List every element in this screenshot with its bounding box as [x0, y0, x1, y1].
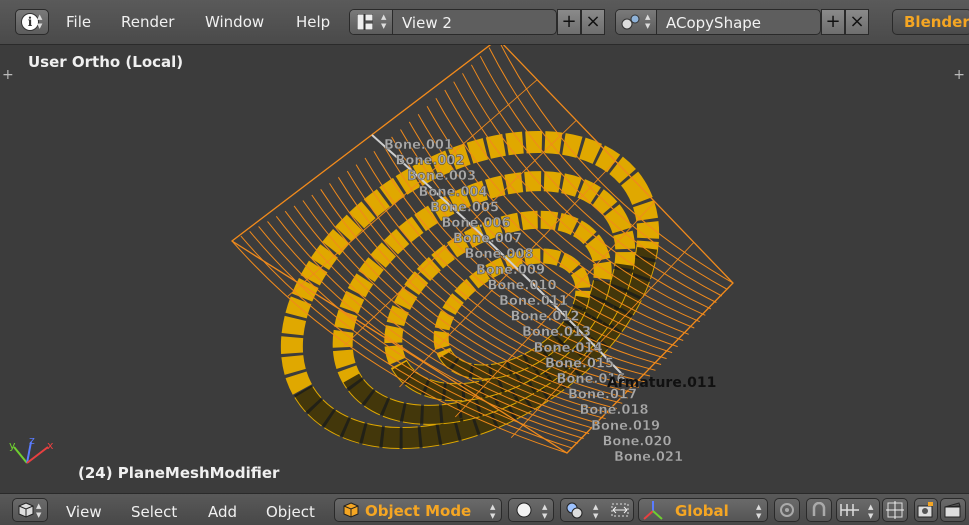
- menu-window[interactable]: Window: [205, 13, 264, 31]
- scene-field[interactable]: ▲ ▼ ACopyShape: [615, 9, 821, 35]
- updown-arrows-icon: ▲ ▼: [36, 502, 42, 519]
- magnet-icon: [812, 502, 826, 516]
- properties-toggle-icon[interactable]: +: [953, 67, 965, 83]
- scene-selector[interactable]: ▲ ▼: [616, 10, 657, 34]
- menu-view[interactable]: View: [66, 503, 102, 521]
- active-object-label: (24) PlaneMeshModifier: [78, 464, 280, 482]
- add-scene-button[interactable]: +: [821, 9, 845, 35]
- screen-layout-field[interactable]: ▲ ▼ View 2: [349, 9, 557, 35]
- menu-render[interactable]: Render: [121, 13, 174, 31]
- editor-type-button[interactable]: i ▲ ▼: [15, 9, 49, 35]
- screen-name[interactable]: View 2: [402, 14, 452, 32]
- manipulator-icon[interactable]: [609, 501, 631, 519]
- bone-label: Bone.009: [476, 263, 545, 278]
- axis-y-label: y: [9, 439, 16, 452]
- bone-label: Bone.007: [453, 232, 522, 247]
- orientation-label: Global: [675, 502, 729, 520]
- axis-x-label: x: [47, 439, 54, 452]
- armature-label: Armature.011: [607, 375, 716, 391]
- updown-arrows-icon: ▲ ▼: [490, 503, 496, 520]
- bone-label: Bone.006: [442, 216, 511, 231]
- bone-label: Bone.014: [534, 341, 603, 356]
- add-screen-button[interactable]: +: [557, 9, 581, 35]
- pivot-icon: [566, 502, 583, 519]
- viewport-header: ▲ ▼ View Select Add Object Object Mode ▲ ▼…: [0, 493, 969, 525]
- snap-target-button[interactable]: [882, 498, 908, 522]
- camera-icon: [917, 502, 933, 518]
- delete-screen-button[interactable]: ×: [581, 9, 605, 35]
- bone-label: Bone.018: [580, 403, 649, 418]
- bone-label: Bone.008: [465, 247, 534, 262]
- bone-label: Bone.019: [591, 419, 660, 434]
- axis-gizmo: y z x: [9, 434, 54, 464]
- axis-z-label: z: [29, 434, 35, 447]
- layer-button[interactable]: [774, 498, 800, 522]
- viewport-canvas[interactable]: Bone.001Bone.002Bone.003Bone.004Bone.005…: [0, 45, 969, 494]
- menu-help[interactable]: Help: [296, 13, 330, 31]
- clapperboard-icon: [944, 502, 961, 518]
- transform-orientation-selector[interactable]: Global ▲ ▼: [638, 498, 768, 522]
- updown-arrows-icon: ▲ ▼: [645, 13, 651, 30]
- bone-label: Bone.021: [614, 450, 683, 465]
- bone-label: Bone.013: [522, 325, 591, 340]
- viewport-shading-selector[interactable]: ▲ ▼: [508, 498, 554, 522]
- bone-label: Bone.003: [407, 169, 476, 184]
- solid-shading-icon: [516, 502, 532, 518]
- menu-object[interactable]: Object: [266, 503, 315, 521]
- updown-arrows-icon: ▲ ▼: [542, 503, 548, 520]
- proportional-edit-button[interactable]: [806, 498, 832, 522]
- info-header: i ▲ ▼ File Render Window Help ▲ ▼ View 2 +…: [0, 0, 969, 44]
- updown-arrows-icon: ▲ ▼: [593, 503, 599, 520]
- bone-label: Bone.011: [499, 294, 568, 309]
- bone-label: Bone.015: [545, 356, 614, 371]
- cube-icon: [18, 502, 34, 518]
- transform-axes-icon: [643, 501, 663, 520]
- bone-label: Bone.004: [419, 185, 488, 200]
- mode-selector[interactable]: Object Mode ▲ ▼: [334, 498, 502, 522]
- layout-icon: [357, 14, 373, 30]
- bone-label: Bone.002: [396, 154, 465, 169]
- menu-add[interactable]: Add: [208, 503, 237, 521]
- mode-label: Object Mode: [365, 502, 472, 520]
- updown-arrows-icon: ▲ ▼: [756, 503, 762, 520]
- object-mode-icon: [343, 502, 359, 518]
- updown-arrows-icon: ▲ ▼: [37, 13, 43, 30]
- delete-scene-button[interactable]: ×: [845, 9, 869, 35]
- scene-name[interactable]: ACopyShape: [666, 14, 761, 32]
- bone-label: Bone.001: [384, 138, 453, 153]
- snap-increment-icon: [840, 504, 859, 516]
- view-title: User Ortho (Local): [28, 53, 184, 71]
- editor-type-button[interactable]: ▲ ▼: [12, 498, 48, 522]
- bone-label: Bone.010: [488, 278, 557, 293]
- 3d-viewport[interactable]: Bone.001 Bone.002 Bone.003 Bone.004 Bone.005…: [0, 44, 969, 493]
- screen-layout-selector[interactable]: ▲ ▼: [350, 10, 393, 34]
- bone-label: Bone.012: [511, 310, 580, 325]
- bone-label: Bone.005: [430, 200, 499, 215]
- render-image-button[interactable]: [914, 498, 938, 522]
- scene-icon: [621, 14, 640, 30]
- snap-target-icon: [886, 501, 904, 519]
- bone-label: Bone.020: [603, 434, 672, 449]
- target-icon: [780, 503, 794, 517]
- snap-element-selector[interactable]: ▲ ▼: [836, 498, 880, 522]
- updown-arrows-icon: ▲ ▼: [381, 13, 387, 30]
- toolshelf-toggle-icon[interactable]: +: [2, 67, 14, 83]
- menu-select[interactable]: Select: [131, 503, 177, 521]
- menu-file[interactable]: File: [66, 13, 91, 31]
- render-animation-button[interactable]: [940, 498, 966, 522]
- updown-arrows-icon: ▲ ▼: [868, 503, 874, 520]
- render-engine-button[interactable]: Blender: [892, 9, 969, 35]
- pivot-point-selector[interactable]: ▲ ▼: [560, 498, 634, 522]
